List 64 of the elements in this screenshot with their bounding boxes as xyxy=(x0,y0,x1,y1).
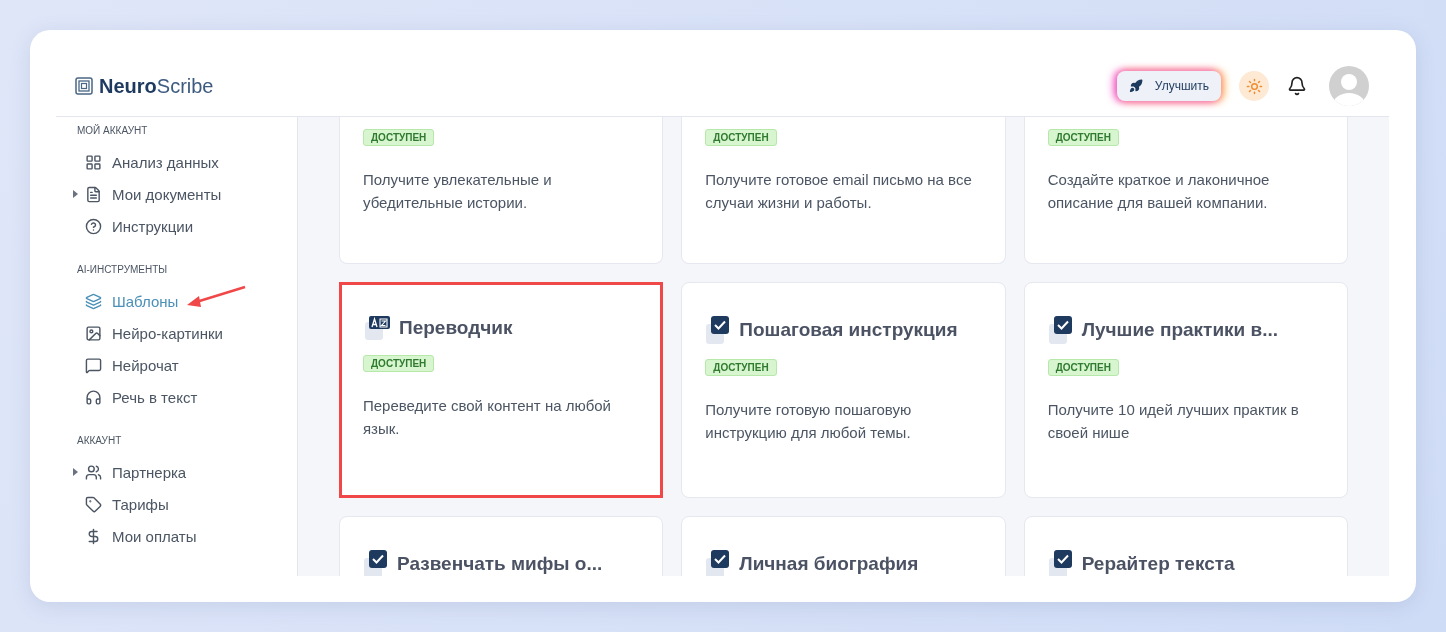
sidebar-item[interactable]: Инструкции xyxy=(77,210,297,242)
sidebar-item[interactable]: Партнерка xyxy=(77,456,297,488)
template-card[interactable]: ДОСТУПЕН Получите увлекательные и убедительные истории. xyxy=(339,117,664,264)
template-card[interactable]: ДОСТУПЕН Создайте краткое и лаконичное описание для вашей компании. xyxy=(1023,117,1348,264)
status-badge: ДОСТУПЕН xyxy=(1047,359,1119,376)
image-icon xyxy=(85,324,102,342)
card-title: Переводчик xyxy=(399,317,513,339)
logo-icon xyxy=(75,77,93,95)
sidebar-item[interactable]: Мои документы xyxy=(77,178,297,210)
tag-icon xyxy=(85,495,102,513)
sun-icon xyxy=(1245,77,1263,95)
template-card[interactable]: Лучшие практики в... ДОСТУПЕН Получите 10 идей лучших практик в своей нише xyxy=(1023,282,1348,498)
status-badge: ДОСТУПЕН xyxy=(363,129,435,146)
sidebar-item[interactable]: Мои оплаты xyxy=(77,520,297,552)
section-heading: АККАУНТ xyxy=(77,435,123,446)
template-card[interactable]: ДОСТУПЕН Получите готовое email письмо на все случаи жизни и работы. xyxy=(681,117,1006,264)
status-badge: ДОСТУПЕН xyxy=(363,355,435,372)
template-card[interactable]: Рерайтер текста xyxy=(1023,516,1348,576)
upgrade-button[interactable]: Улучшить xyxy=(1116,71,1221,101)
status-badge: ДОСТУПЕН xyxy=(1047,129,1119,146)
card-description: Получите готовую пошаговую инструкцию для любой темы. xyxy=(705,400,913,443)
expand-caret-icon[interactable] xyxy=(73,190,78,198)
checkbox-icon xyxy=(705,549,732,576)
card-description: Получите 10 идей лучших практик в своей нише xyxy=(1047,400,1300,443)
card-title: Личная биография xyxy=(739,553,919,575)
card-title: Развенчать мифы о... xyxy=(397,553,603,575)
notification-bell-icon[interactable] xyxy=(1287,76,1307,96)
card-title: Рерайтер текста xyxy=(1081,553,1235,575)
section-heading: МОЙ АККАУНТ xyxy=(77,125,149,136)
sidebar-item[interactable]: Шаблоны xyxy=(77,285,297,317)
card-description: Переведите свой контент на любой язык. xyxy=(363,396,612,439)
expand-caret-icon[interactable] xyxy=(73,468,78,476)
logo-text: NeuroScribe xyxy=(99,74,214,98)
theme-toggle-button[interactable] xyxy=(1239,71,1269,101)
checkbox-icon xyxy=(1047,549,1074,576)
card-title: Пошаговая инструкция xyxy=(739,319,958,341)
checkbox-icon xyxy=(1047,315,1074,345)
checkbox-icon xyxy=(705,315,732,345)
grid-icon xyxy=(85,153,102,171)
users-icon xyxy=(85,463,102,481)
card-title: Лучшие практики в... xyxy=(1081,319,1279,341)
template-card[interactable]: Пошаговая инструкция ДОСТУПЕН Получите готовую пошаговую инструкцию для любой темы. xyxy=(681,282,1006,498)
template-card[interactable]: Переводчик ДОСТУПЕН Переведите свой контент на любой язык. xyxy=(339,282,664,498)
translate-icon xyxy=(363,315,391,341)
sidebar-item[interactable]: Нейрочат xyxy=(77,349,297,381)
card-description: Создайте краткое и лаконичное описание для вашей компании. xyxy=(1047,170,1271,213)
sidebar-item[interactable]: Тарифы xyxy=(77,488,297,520)
checkbox-icon xyxy=(363,549,389,576)
status-badge: ДОСТУПЕН xyxy=(705,359,777,376)
sidebar-item[interactable]: Нейро-картинки xyxy=(77,317,297,349)
document-icon xyxy=(85,185,102,203)
headphones-icon xyxy=(85,388,102,406)
layers-icon xyxy=(85,292,102,310)
sidebar-item[interactable]: Анализ данных xyxy=(77,146,297,178)
template-card[interactable]: Личная биография xyxy=(681,516,1006,576)
sidebar-item[interactable]: Речь в текст xyxy=(77,381,297,413)
rocket-icon xyxy=(1128,79,1143,93)
card-description: Получите увлекательные и убедительные истории. xyxy=(363,170,553,213)
card-description: Получите готовое email письмо на все случаи жизни и работы. xyxy=(705,170,973,213)
template-card[interactable]: Развенчать мифы о... xyxy=(339,516,664,576)
help-icon xyxy=(85,217,102,235)
status-badge: ДОСТУПЕН xyxy=(705,129,777,146)
chat-icon xyxy=(85,356,102,374)
section-heading: AI-ИНСТРУМЕНТЫ xyxy=(77,264,169,275)
